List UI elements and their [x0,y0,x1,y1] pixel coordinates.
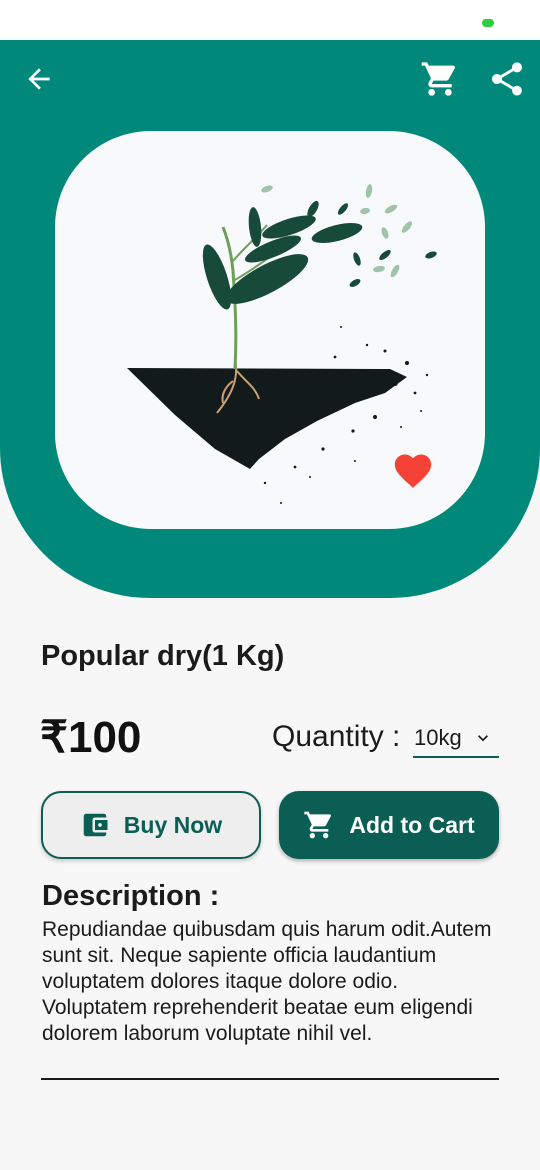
share-button[interactable] [485,57,529,101]
quantity-value: 10kg [414,725,462,750]
heart-icon [394,454,432,488]
buy-now-label: Buy Now [123,811,223,838]
product-hero [0,40,540,598]
description-heading: Description : [42,880,220,912]
cart-button[interactable] [418,57,462,101]
quantity-label: Quantity : [272,720,401,753]
status-bar [0,0,540,40]
back-button[interactable] [17,57,61,101]
buy-now-button[interactable]: Buy Now [41,791,261,859]
product-title: Popular dry(1 Kg) [41,640,285,672]
share-icon [492,62,522,96]
battery-indicator [482,19,494,27]
chevron-down-icon [478,735,488,742]
product-price: ₹100 [40,713,142,762]
divider [41,1078,499,1080]
shopping-cart-icon [304,811,332,839]
shopping-cart-icon [421,62,456,96]
wallet-icon [83,813,108,837]
quantity-select[interactable]: 10kg [413,720,499,758]
add-to-cart-button[interactable]: Add to Cart [279,791,499,859]
favorite-button[interactable] [391,449,435,489]
arrow-left-icon [28,68,50,90]
description-text: Repudiandae quibusdam quis harum odit.Au… [42,918,492,1045]
product-image-card [55,131,485,529]
add-to-cart-label: Add to Cart [349,811,475,838]
